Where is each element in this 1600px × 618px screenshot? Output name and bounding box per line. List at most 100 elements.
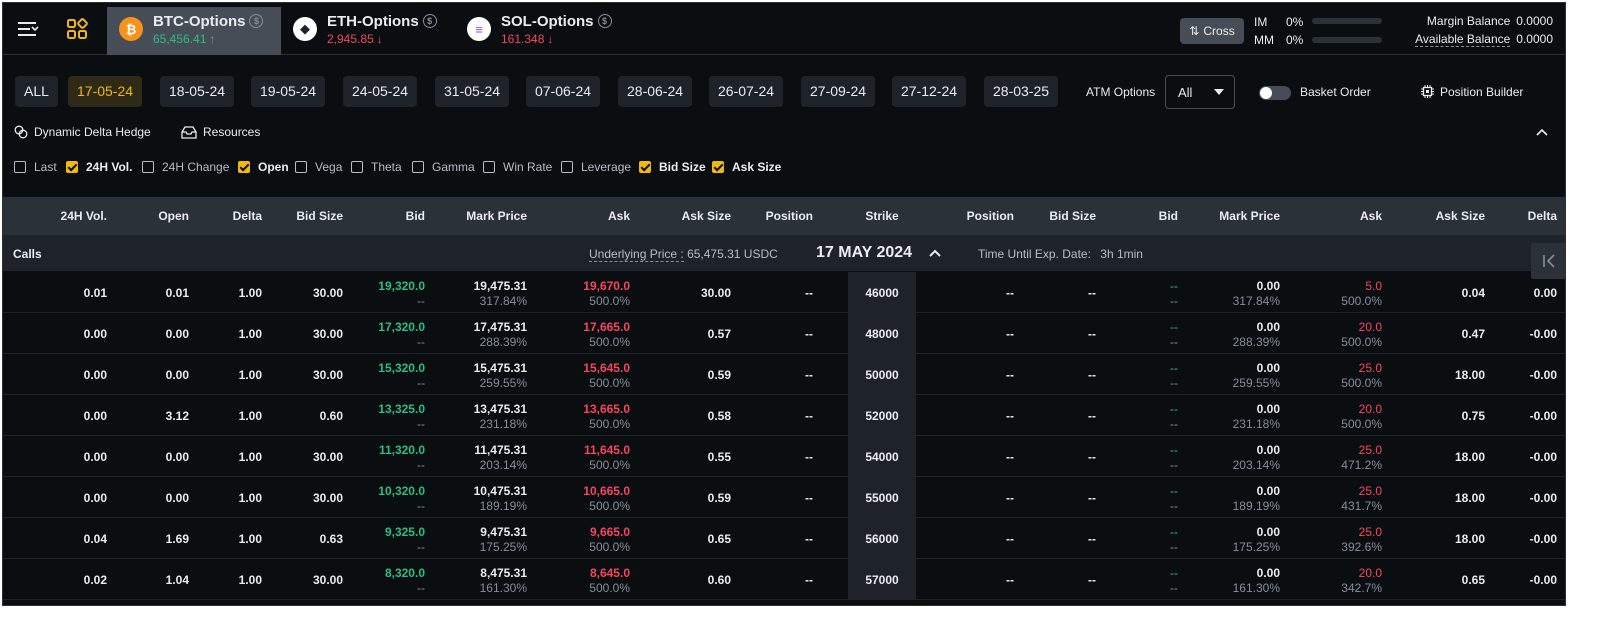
date-tab-24-05-24[interactable]: 24-05-24 xyxy=(343,76,418,107)
call-ask[interactable]: 15,645.0 xyxy=(583,361,630,375)
table-row[interactable]: 0.00 0.00 1.00 30.00 11,320.0 -- 11,475.31 203.… xyxy=(3,436,1565,477)
underlying-price-label[interactable]: Underlying Price : xyxy=(589,247,684,262)
toggle-theta[interactable]: Theta xyxy=(351,160,402,174)
date-tab-18-05-24[interactable]: 18-05-24 xyxy=(160,76,235,107)
put-bid[interactable]: -- xyxy=(1170,443,1178,457)
col-header-call-delta[interactable]: Delta xyxy=(233,209,262,223)
col-header-strike[interactable]: Strike xyxy=(848,209,916,223)
put-ask[interactable]: 25.0 xyxy=(1359,361,1382,375)
info-icon[interactable]: $ xyxy=(249,14,264,28)
date-tab-all[interactable]: ALL xyxy=(15,76,58,107)
put-ask[interactable]: 20.0 xyxy=(1359,566,1382,580)
table-row[interactable]: 0.00 0.00 1.00 30.00 17,320.0 -- 17,475.31 288.… xyxy=(3,313,1565,354)
checkbox[interactable] xyxy=(483,161,495,173)
table-row[interactable]: 0.00 3.12 1.00 0.60 13,325.0 -- 13,475.31 231.1… xyxy=(3,395,1565,436)
col-header-put-bid[interactable]: Bid xyxy=(1159,209,1178,223)
col-header-call-24h-vol[interactable]: 24H Vol. xyxy=(61,209,107,223)
date-tab-27-12-24[interactable]: 27-12-24 xyxy=(892,76,967,107)
toggle-ask-size[interactable]: Ask Size xyxy=(712,160,781,174)
call-ask[interactable]: 10,665.0 xyxy=(583,484,630,498)
toggle-last[interactable]: Last xyxy=(14,160,57,174)
put-bid[interactable]: -- xyxy=(1170,320,1178,334)
col-header-call-bid[interactable]: Bid xyxy=(406,209,425,223)
date-tab-28-03-25[interactable]: 28-03-25 xyxy=(984,76,1059,107)
call-ask[interactable]: 13,665.0 xyxy=(583,402,630,416)
table-row[interactable]: 0.00 0.00 1.00 30.00 10,320.0 -- 10,475.31 189.… xyxy=(3,477,1565,518)
menu-icon[interactable] xyxy=(15,17,39,41)
call-bid[interactable]: 8,320.0 xyxy=(385,566,425,580)
col-header-put-ask[interactable]: Ask xyxy=(1360,209,1382,223)
checkbox[interactable] xyxy=(14,161,26,173)
resources-link[interactable]: Resources xyxy=(181,125,260,139)
col-header-call-position[interactable]: Position xyxy=(766,209,813,223)
date-tab-26-07-24[interactable]: 26-07-24 xyxy=(709,76,784,107)
toggle-leverage[interactable]: Leverage xyxy=(561,160,631,174)
put-bid[interactable]: -- xyxy=(1170,402,1178,416)
col-header-call-ask[interactable]: Ask xyxy=(608,209,630,223)
checkbox[interactable] xyxy=(561,161,573,173)
put-ask[interactable]: 25.0 xyxy=(1359,443,1382,457)
call-ask[interactable]: 9,665.0 xyxy=(590,525,630,539)
checkbox[interactable] xyxy=(295,161,307,173)
toggle-bid-size[interactable]: Bid Size xyxy=(639,160,706,174)
col-header-call-mark-price[interactable]: Mark Price xyxy=(466,209,527,223)
call-bid[interactable]: 19,320.0 xyxy=(378,279,425,293)
position-builder-button[interactable]: Position Builder xyxy=(1421,85,1523,99)
call-ask[interactable]: 19,670.0 xyxy=(583,279,630,293)
date-tab-17-05-24[interactable]: 17-05-24 xyxy=(68,76,143,107)
info-icon[interactable]: $ xyxy=(597,14,612,28)
checkbox[interactable] xyxy=(142,161,154,173)
col-header-put-bid-size[interactable]: Bid Size xyxy=(1049,209,1096,223)
table-row[interactable]: 0.04 1.69 1.00 0.63 9,325.0 -- 9,475.31 175.25%… xyxy=(3,518,1565,559)
atm-options-select[interactable]: All xyxy=(1165,75,1235,109)
put-ask[interactable]: 25.0 xyxy=(1359,484,1382,498)
put-bid[interactable]: -- xyxy=(1170,566,1178,580)
available-balance-label[interactable]: Available Balance xyxy=(1415,32,1511,47)
asset-tab-eth-options[interactable]: ◆ ETH-Options $2,945.85 ↓ xyxy=(281,7,451,55)
date-tab-27-09-24[interactable]: 27-09-24 xyxy=(801,76,876,107)
call-bid[interactable]: 13,325.0 xyxy=(378,402,425,416)
put-bid[interactable]: -- xyxy=(1170,361,1178,375)
checkbox[interactable] xyxy=(66,161,78,173)
toggle-gamma[interactable]: Gamma xyxy=(412,160,475,174)
put-bid[interactable]: -- xyxy=(1170,279,1178,293)
basket-order-toggle[interactable] xyxy=(1259,86,1291,100)
margin-balance-label[interactable]: Margin Balance xyxy=(1427,14,1510,28)
put-ask[interactable]: 20.0 xyxy=(1359,320,1382,334)
put-ask[interactable]: 5.0 xyxy=(1365,279,1382,293)
call-bid[interactable]: 10,320.0 xyxy=(378,484,425,498)
toggle-24h-vol[interactable]: 24H Vol. xyxy=(66,160,132,174)
toggle-24h-change[interactable]: 24H Change xyxy=(142,160,229,174)
call-bid[interactable]: 17,320.0 xyxy=(378,320,425,334)
put-ask[interactable]: 25.0 xyxy=(1359,525,1382,539)
date-tab-28-06-24[interactable]: 28-06-24 xyxy=(618,76,693,107)
toggle-vega[interactable]: Vega xyxy=(295,160,342,174)
table-row[interactable]: 0.00 0.00 1.00 30.00 15,320.0 -- 15,475.31 259.… xyxy=(3,354,1565,395)
date-tab-07-06-24[interactable]: 07-06-24 xyxy=(526,76,601,107)
margin-mode-button[interactable]: ⇅ Cross xyxy=(1180,18,1244,44)
col-header-call-ask-size[interactable]: Ask Size xyxy=(682,209,731,223)
date-tab-19-05-24[interactable]: 19-05-24 xyxy=(251,76,326,107)
col-header-put-delta[interactable]: Delta xyxy=(1528,209,1557,223)
call-bid[interactable]: 15,320.0 xyxy=(378,361,425,375)
col-header-call-open[interactable]: Open xyxy=(158,209,189,223)
put-bid[interactable]: -- xyxy=(1170,525,1178,539)
checkbox[interactable] xyxy=(351,161,363,173)
asset-tab-sol-options[interactable]: ≡ SOL-Options $161.348 ↓ xyxy=(455,7,615,55)
col-header-put-position[interactable]: Position xyxy=(967,209,1014,223)
toggle-win-rate[interactable]: Win Rate xyxy=(483,160,552,174)
date-tab-31-05-24[interactable]: 31-05-24 xyxy=(435,76,510,107)
checkbox[interactable] xyxy=(712,161,724,173)
checkbox[interactable] xyxy=(238,161,250,173)
call-bid[interactable]: 11,320.0 xyxy=(379,443,425,457)
asset-tab-btc-options[interactable]: ₿ BTC-Options $65,456.41 ↑ xyxy=(107,7,281,55)
table-row[interactable]: 0.02 1.04 1.00 30.00 8,320.0 -- 8,475.31 161.30… xyxy=(3,559,1565,600)
chevron-up-icon[interactable] xyxy=(1535,126,1549,138)
col-header-put-ask-size[interactable]: Ask Size xyxy=(1436,209,1485,223)
chevron-up-icon[interactable] xyxy=(929,249,941,257)
checkbox[interactable] xyxy=(412,161,424,173)
put-bid[interactable]: -- xyxy=(1170,484,1178,498)
apps-grid-icon[interactable] xyxy=(65,17,89,41)
col-header-put-mark-price[interactable]: Mark Price xyxy=(1219,209,1280,223)
call-ask[interactable]: 8,645.0 xyxy=(590,566,630,580)
